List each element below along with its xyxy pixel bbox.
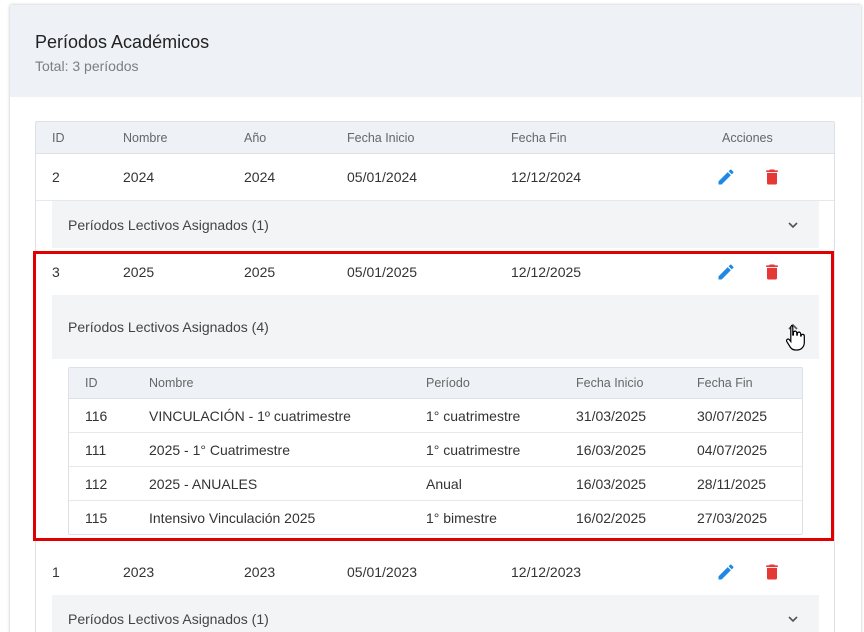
sub-cell-fecha-fin: 27/03/2025 (697, 510, 768, 526)
pencil-icon[interactable] (715, 261, 737, 283)
cell-nombre: 2023 (123, 564, 155, 580)
cell-anio: 2024 (244, 169, 276, 185)
subtable-row: 111 2025 - 1° Cuatrimestre 1° cuatrimest… (69, 433, 802, 467)
sub-cell-nombre: Intensivo Vinculación 2025 (149, 510, 316, 526)
page-title: Períodos Académicos (35, 32, 210, 52)
sub-col-header-periodo[interactable]: Período (426, 368, 470, 398)
sub-col-header-nombre[interactable]: Nombre (149, 368, 193, 398)
cell-id: 2 (52, 169, 60, 185)
cell-anio: 2023 (244, 564, 276, 580)
cell-fecha-fin: 12/12/2023 (511, 564, 582, 580)
row-actions (715, 248, 783, 295)
sub-cell-id: 111 (85, 441, 107, 458)
periodos-card: Períodos Académicos Total: 3 períodos ID… (10, 5, 861, 632)
sub-cell-nombre: VINCULACIÓN - 1º cuatrimestre (149, 407, 351, 424)
card-header: Períodos Académicos Total: 3 períodos (10, 5, 861, 97)
periodos-lectivos-table: ID Nombre Período Fecha Inicio Fecha Fin… (68, 367, 803, 535)
sub-cell-fecha-fin: 30/07/2025 (697, 407, 768, 424)
cell-nombre: 2025 (123, 263, 155, 280)
pencil-icon[interactable] (715, 166, 737, 188)
expander-label: Períodos Lectivos Asignados (4) (68, 319, 269, 335)
sub-cell-periodo: 1° cuatrimestre (426, 441, 521, 458)
expander-content: ID Nombre Período Fecha Inicio Fecha Fin… (52, 359, 819, 549)
col-header-acciones: Acciones (722, 130, 773, 145)
trash-icon[interactable] (761, 261, 783, 283)
row-actions (715, 549, 783, 595)
sub-cell-id: 115 (85, 510, 108, 526)
trash-icon[interactable] (761, 166, 783, 188)
table-row: 2 2024 2024 05/01/2024 12/12/2024 (36, 154, 834, 201)
expander-row[interactable]: Períodos Lectivos Asignados (1) (52, 201, 819, 248)
col-header-anio[interactable]: Año (244, 122, 266, 153)
subtable-header: ID Nombre Período Fecha Inicio Fecha Fin (69, 368, 802, 399)
cell-nombre: 2024 (123, 169, 155, 185)
sub-cell-fecha-inicio: 16/03/2025 (576, 441, 647, 458)
sub-cell-fecha-fin: 28/11/2025 (697, 475, 767, 492)
cell-fecha-inicio: 05/01/2024 (347, 169, 418, 185)
sub-col-header-id[interactable]: ID (85, 368, 98, 398)
table-row: 1 2023 2023 05/01/2023 12/12/2023 (36, 549, 834, 595)
sub-cell-id: 116 (85, 407, 108, 424)
sub-col-header-fecha-inicio[interactable]: Fecha Inicio (576, 368, 643, 398)
hand-cursor-icon (785, 324, 805, 351)
cell-fecha-inicio: 05/01/2025 (347, 263, 418, 280)
cell-fecha-fin: 12/12/2025 (511, 263, 582, 280)
col-header-fecha-inicio[interactable]: Fecha Inicio (347, 122, 414, 153)
expander-label: Períodos Lectivos Asignados (1) (68, 610, 269, 627)
trash-icon[interactable] (761, 561, 783, 583)
sub-cell-id: 112 (85, 475, 108, 492)
cell-id: 1 (52, 564, 60, 580)
col-header-id[interactable]: ID (52, 122, 65, 153)
table-header: ID Nombre Año Fecha Inicio Fecha Fin Acc… (36, 122, 834, 154)
sub-cell-periodo: 1° cuatrimestre (426, 407, 521, 424)
subtable-row: 112 2025 - ANUALES Anual 16/03/2025 28/1… (69, 467, 802, 501)
sub-cell-fecha-fin: 04/07/2025 (697, 441, 768, 458)
chevron-down-icon[interactable] (785, 217, 801, 233)
cell-id: 3 (52, 263, 60, 280)
sub-cell-nombre: 2025 - 1° Cuatrimestre (149, 441, 290, 458)
sub-col-header-fecha-fin[interactable]: Fecha Fin (697, 368, 753, 398)
expander-label: Períodos Lectivos Asignados (1) (68, 216, 269, 233)
col-header-nombre[interactable]: Nombre (123, 122, 167, 153)
row-actions (715, 154, 783, 200)
sub-cell-fecha-inicio: 16/02/2025 (576, 510, 647, 526)
pencil-icon[interactable] (715, 561, 737, 583)
periodos-table: ID Nombre Año Fecha Inicio Fecha Fin Acc… (35, 121, 835, 632)
expander-row[interactable]: Períodos Lectivos Asignados (1) (52, 595, 819, 632)
sub-cell-periodo: 1° bimestre (426, 510, 497, 526)
page-subtitle: Total: 3 períodos (35, 58, 139, 74)
sub-cell-periodo: Anual (426, 475, 462, 492)
cell-fecha-inicio: 05/01/2023 (347, 564, 418, 580)
sub-cell-fecha-inicio: 16/03/2025 (576, 475, 647, 492)
chevron-down-icon[interactable] (785, 611, 801, 627)
col-header-fecha-fin[interactable]: Fecha Fin (511, 122, 567, 153)
sub-cell-fecha-inicio: 31/03/2025 (576, 407, 647, 424)
table-row: 3 2025 2025 05/01/2025 12/12/2025 (36, 248, 834, 295)
cell-fecha-fin: 12/12/2024 (511, 169, 582, 185)
subtable-row: 115 Intensivo Vinculación 2025 1° bimest… (69, 501, 802, 534)
sub-cell-nombre: 2025 - ANUALES (149, 475, 258, 492)
subtable-row: 116 VINCULACIÓN - 1º cuatrimestre 1° cua… (69, 399, 802, 433)
expander-row[interactable]: Períodos Lectivos Asignados (4) (52, 295, 819, 359)
cell-anio: 2025 (244, 263, 276, 280)
